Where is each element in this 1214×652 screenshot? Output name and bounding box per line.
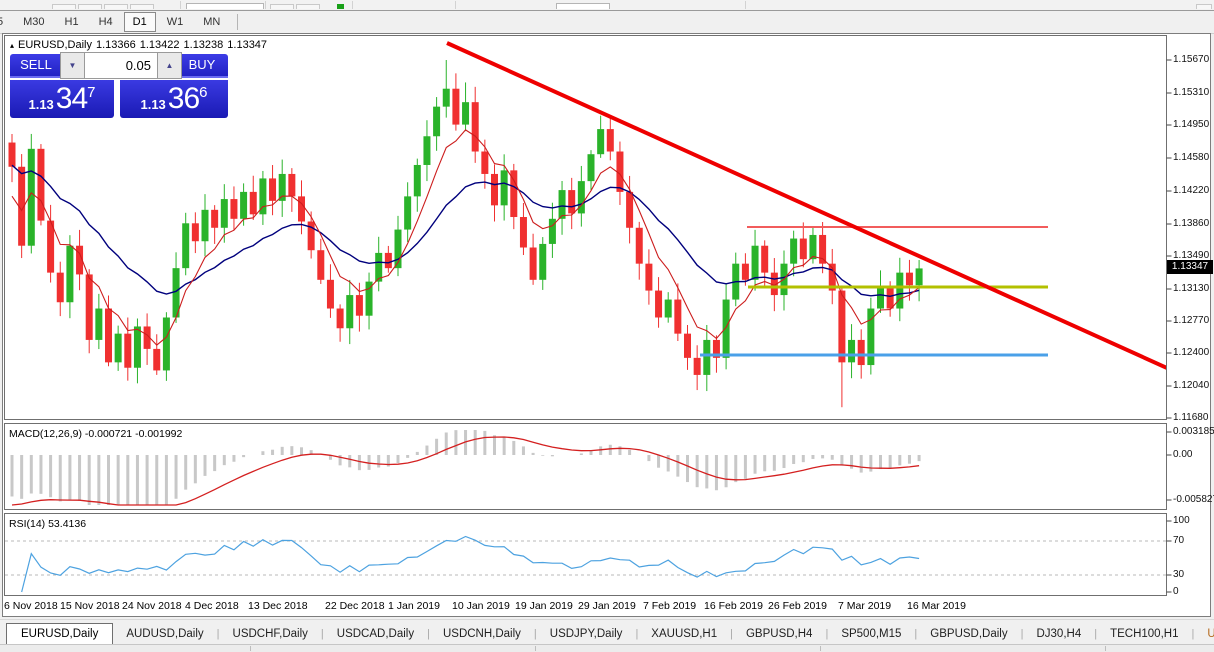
toolbar-remnant (1196, 4, 1212, 9)
sell-price-tile[interactable]: 1.13 34 7 (10, 80, 114, 118)
chart-tab-audusd-daily[interactable]: AUDUSD,Daily (113, 624, 216, 645)
buy-button[interactable]: BUY (176, 54, 228, 78)
chart-tab-dj30-h4[interactable]: DJ30,H4 (1023, 624, 1094, 645)
chart-window[interactable] (2, 33, 1211, 617)
price-scale-label: 1.14580 (1173, 152, 1210, 163)
timeframe-button-5[interactable]: 5 (0, 12, 12, 32)
toolbar-remnant (104, 4, 128, 9)
timeframe-button-mn[interactable]: MN (194, 12, 229, 32)
rsi-scale-label: 30 (1173, 569, 1185, 580)
price-scale-label: 1.14950 (1173, 119, 1210, 130)
sell-button[interactable]: SELL (10, 54, 62, 78)
chart-tab-sp500-m15[interactable]: SP500,M15 (828, 624, 914, 645)
time-axis-label: 10 Jan 2019 (452, 600, 510, 612)
collapse-icon[interactable]: ▴ (10, 41, 14, 50)
timeframe-button-d1[interactable]: D1 (123, 12, 156, 32)
time-axis-label: 16 Mar 2019 (907, 600, 966, 612)
ohlc-low: 1.13238 (183, 39, 224, 51)
toolbar-remnant (296, 4, 320, 9)
chart-header: ▴ EURUSD,Daily 1.13366 1.13422 1.13238 1.1334… (10, 39, 271, 51)
current-price-tag: 1.13347 (1167, 260, 1213, 274)
chart-tab-gbpusd-h4[interactable]: GBPUSD,H4 (733, 624, 825, 645)
chart-tab-xauusd-h1[interactable]: XAUUSD,H1 (638, 624, 730, 645)
toolbar-remnant (78, 4, 102, 9)
time-axis-label: 7 Feb 2019 (643, 600, 697, 612)
timeframe-button-m30[interactable]: M30 (14, 12, 53, 32)
volume-input[interactable] (84, 53, 158, 78)
price-scale-label: 1.14220 (1173, 185, 1210, 196)
price-scale-label: 1.12040 (1173, 380, 1210, 391)
symbol-label: EURUSD,Daily (18, 39, 92, 51)
chart-tab-bar: EURUSD,Daily AUDUSD,Daily | USDCHF,Daily | US… (0, 619, 1214, 645)
price-scale-label: 1.15670 (1173, 54, 1210, 65)
time-axis-label: 15 Nov 2018 (60, 600, 120, 612)
timeframe-button-h4[interactable]: H4 (90, 12, 122, 32)
time-axis-label: 1 Jan 2019 (388, 600, 440, 612)
toolbar-remnant (52, 4, 76, 9)
time-axis-label: 16 Feb 2019 (704, 600, 763, 612)
macd-scale-label: 0.00 (1173, 449, 1193, 460)
chart-tab-tech100-h1[interactable]: TECH100,H1 (1097, 624, 1191, 645)
time-axis-label: 26 Feb 2019 (768, 600, 827, 612)
rsi-scale-label: 0 (1173, 586, 1179, 597)
trade-panel-top-row: SELL BUY ▼ ▲ (10, 52, 228, 79)
sell-price-prefix: 1.13 (28, 96, 54, 112)
toolbar-remnant (130, 4, 154, 9)
timeframe-button-h1[interactable]: H1 (56, 12, 88, 32)
time-axis-label: 6 Nov 2018 (4, 600, 58, 612)
rsi-label: RSI(14) 53.4136 (9, 518, 87, 530)
price-scale-label: 1.13130 (1173, 283, 1210, 294)
buy-price-big: 36 (167, 82, 200, 115)
chart-tab-eurusd-daily[interactable]: EURUSD,Daily (6, 623, 114, 645)
chart-tab-usdchf-daily[interactable]: USDCHF,Daily (220, 624, 321, 645)
time-axis-label: 13 Dec 2018 (248, 600, 308, 612)
time-axis-label: 7 Mar 2019 (838, 600, 892, 612)
macd-scale-label: -0.005827 (1173, 494, 1214, 505)
price-scale-label: 1.13860 (1173, 218, 1210, 229)
volume-stepper: ▼ ▲ (60, 52, 182, 79)
chart-tab-ui[interactable]: UI (1194, 624, 1214, 645)
one-click-trading-panel: SELL BUY ▼ ▲ 1.13 34 7 1.13 36 6 (10, 52, 228, 118)
macd-label: MACD(12,26,9) -0.000721 -0.001992 (9, 428, 183, 440)
top-toolbar-partial (0, 0, 1214, 11)
toolbar-remnant (556, 3, 610, 9)
toolbar-remnant (186, 3, 264, 9)
price-scale-label: 1.12770 (1173, 315, 1210, 326)
price-scale-label: 1.11680 (1173, 412, 1209, 423)
buy-price-sup: 6 (199, 83, 208, 101)
chart-tab-usdcad-daily[interactable]: USDCAD,Daily (324, 624, 427, 645)
buy-price-tile[interactable]: 1.13 36 6 (120, 80, 228, 118)
buy-price-prefix: 1.13 (140, 96, 166, 112)
time-axis-label: 19 Jan 2019 (515, 600, 573, 612)
price-scale-label: 1.15310 (1173, 87, 1210, 98)
ohlc-open: 1.13366 (95, 39, 136, 51)
chart-tab-gbpusd-daily[interactable]: GBPUSD,Daily (917, 624, 1020, 645)
sell-price-big: 34 (55, 82, 88, 115)
volume-decrease-button[interactable]: ▼ (61, 53, 84, 78)
time-axis: 6 Nov 2018 15 Nov 2018 24 Nov 2018 4 Dec 20… (0, 598, 1214, 616)
time-axis-label: 29 Jan 2019 (578, 600, 636, 612)
time-axis-label: 22 Dec 2018 (325, 600, 385, 612)
time-axis-label: 24 Nov 2018 (122, 600, 182, 612)
timeframe-toolbar: 5 M30 H1 H4 D1 W1 MN (0, 11, 1214, 34)
volume-increase-button[interactable]: ▲ (158, 53, 181, 78)
sell-price-sup: 7 (87, 83, 96, 101)
macd-scale-label: 0.003185 (1173, 426, 1214, 437)
time-axis-label: 4 Dec 2018 (185, 600, 239, 612)
toolbar-remnant-green (337, 4, 344, 9)
price-scale-label: 1.12400 (1173, 347, 1210, 358)
rsi-scale-label: 100 (1173, 515, 1190, 526)
chart-tab-usdjpy-daily[interactable]: USDJPY,Daily (537, 624, 636, 645)
toolbar-remnant (270, 4, 294, 9)
timeframe-button-w1[interactable]: W1 (158, 12, 193, 32)
ohlc-high: 1.13422 (139, 39, 180, 51)
ohlc-close: 1.13347 (227, 39, 268, 51)
chart-tab-usdcnh-daily[interactable]: USDCNH,Daily (430, 624, 534, 645)
rsi-scale-label: 70 (1173, 535, 1185, 546)
